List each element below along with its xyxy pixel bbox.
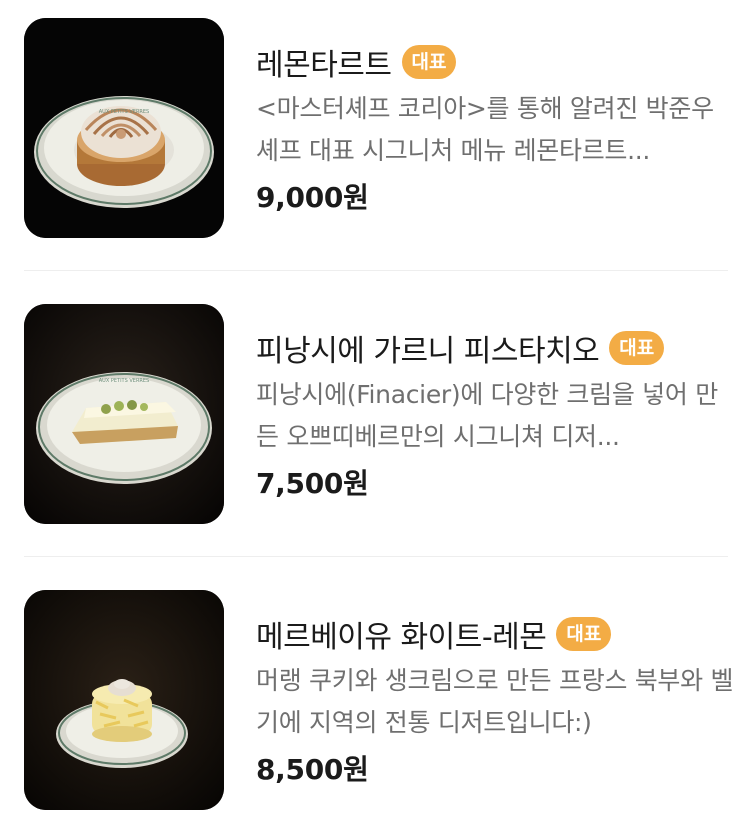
menu-info: 피낭시에 가르니 피스타치오 대표 피낭시에(Finacier)에 다양한 크림… [256, 304, 736, 502]
signature-badge: 대표 [556, 617, 612, 651]
menu-item[interactable]: AUX PETITS VERRES 레몬타르트 대표 <마스터셰프 코리아>를 … [24, 18, 728, 238]
menu-name: 메르베이유 화이트-레몬 [256, 620, 547, 655]
menu-list: AUX PETITS VERRES 레몬타르트 대표 <마스터셰프 코리아>를 … [0, 0, 752, 824]
menu-price: 7,500원 [256, 467, 369, 500]
menu-name: 레몬타르트 [256, 48, 392, 83]
lemon-tart-image: AUX PETITS VERRES [24, 18, 224, 238]
menu-item[interactable]: 메르베이유 화이트-레몬 대표 머랭 쿠키와 생크림으로 만든 프랑스 북부와 … [24, 590, 733, 810]
divider [24, 270, 728, 271]
financier-image: AUX PETITS VERRES [24, 304, 224, 524]
menu-name: 피낭시에 가르니 피스타치오 [256, 334, 600, 369]
menu-info: 레몬타르트 대표 <마스터셰프 코리아>를 통해 알려진 박준우 셰프 대표 시… [256, 18, 736, 216]
svg-text:AUX PETITS VERRES: AUX PETITS VERRES [99, 109, 149, 115]
title-row: 레몬타르트 대표 [256, 38, 736, 86]
signature-badge: 대표 [609, 331, 665, 365]
divider [24, 556, 728, 557]
menu-info: 메르베이유 화이트-레몬 대표 머랭 쿠키와 생크림으로 만든 프랑스 북부와 … [256, 590, 736, 788]
menu-description: <마스터셰프 코리아>를 통해 알려진 박준우 셰프 대표 시그니처 메뉴 레몬… [256, 94, 714, 165]
signature-badge: 대표 [401, 45, 457, 79]
merveilleux-image [24, 590, 224, 810]
menu-item[interactable]: AUX PETITS VERRES 피낭시에 가르니 피스타치오 대표 피낭시에… [24, 304, 728, 524]
title-row: 메르베이유 화이트-레몬 대표 [256, 610, 736, 658]
menu-price: 8,500원 [256, 753, 369, 786]
menu-description: 피낭시에(Finacier)에 다양한 크림을 넣어 만든 오쁘띠베르만의 시그… [256, 380, 718, 451]
svg-text:AUX PETITS VERRES: AUX PETITS VERRES [99, 378, 149, 384]
menu-price: 9,000원 [256, 181, 369, 214]
menu-description: 머랭 쿠키와 생크림으로 만든 프랑스 북부와 벨기에 지역의 전통 디저트입니… [256, 666, 734, 737]
title-row: 피낭시에 가르니 피스타치오 대표 [256, 324, 736, 372]
